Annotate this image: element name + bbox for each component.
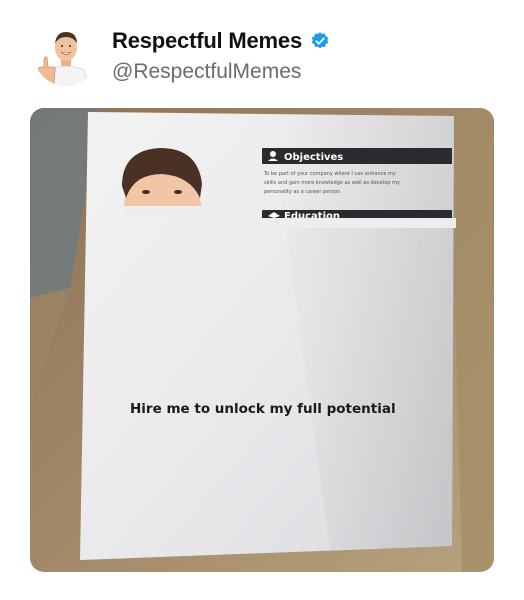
objectives-line-1: To be part of your company where I can e… xyxy=(263,171,396,177)
post-image[interactable]: Objectives To be part of your company wh… xyxy=(30,108,494,572)
handle[interactable]: @RespectfulMemes xyxy=(112,60,301,84)
verified-badge-icon xyxy=(311,32,329,49)
avatar-thumbs-up-man-image xyxy=(34,22,98,86)
overlay-caption: Hire me to unlock my full potential xyxy=(130,401,396,417)
display-name-text: Respectful Memes xyxy=(112,28,302,53)
resume-photo: Objectives To be part of your company wh… xyxy=(30,108,494,572)
objectives-title: Objectives xyxy=(284,152,343,163)
display-name[interactable]: Respectful Memes xyxy=(112,28,330,54)
objectives-line-2: skills and gain more knowledge as well a… xyxy=(264,180,400,186)
education-section: Education xyxy=(258,210,456,228)
avatar[interactable] xyxy=(34,22,98,86)
post-header: Respectful Memes @RespectfulMemes xyxy=(30,22,500,94)
objectives-line-3: personality as a career person. xyxy=(264,189,342,195)
